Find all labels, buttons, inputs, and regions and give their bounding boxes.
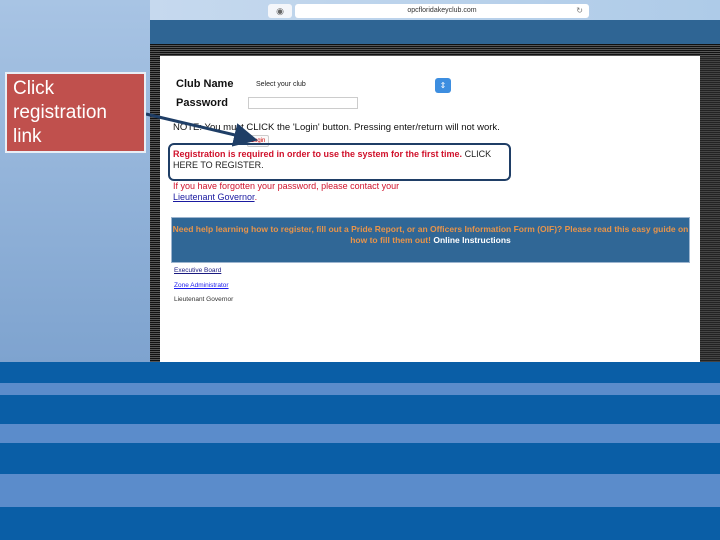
- callout-box: Click registration link: [5, 72, 146, 153]
